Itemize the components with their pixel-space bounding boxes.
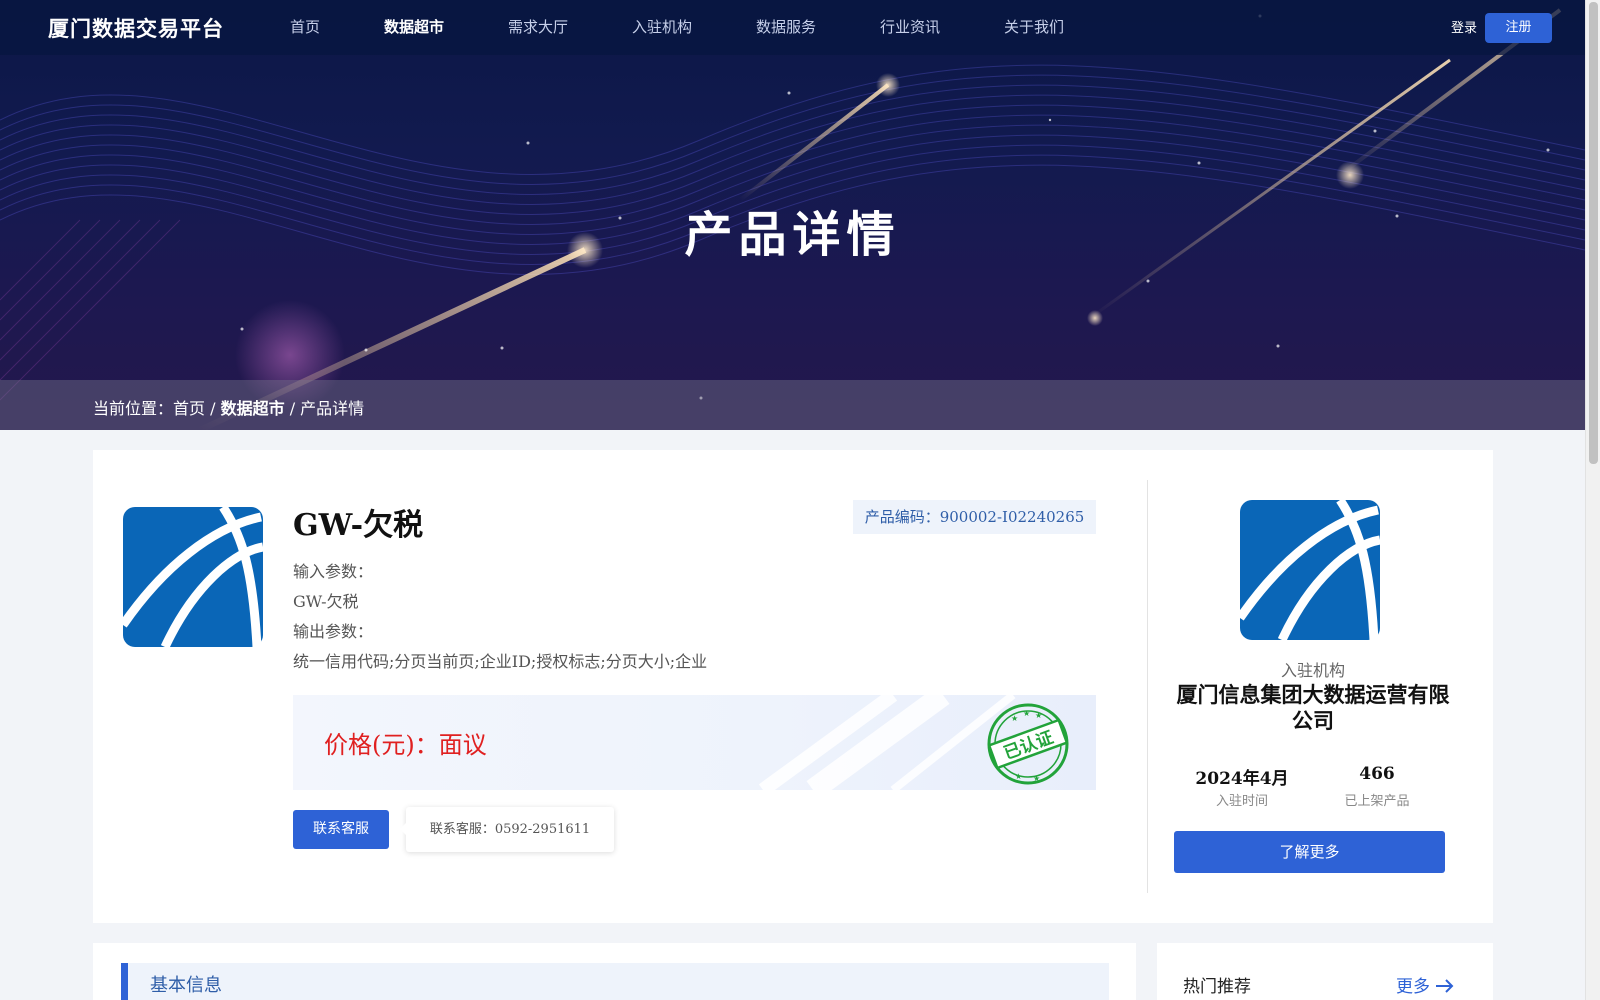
nav-item-demand-hall[interactable]: 需求大厅 [508, 16, 568, 37]
svg-text:★: ★ [1011, 714, 1018, 723]
hot-recommend-title: 热门推荐 [1183, 977, 1251, 997]
register-button[interactable]: 注册 [1485, 13, 1552, 43]
output-params-label: 输出参数： [293, 622, 374, 641]
join-date-label: 入驻时间 [1215, 794, 1268, 809]
org-name[interactable]: 厦门信息集团大数据运营有限公司 [1173, 682, 1453, 734]
login-link[interactable]: 登录 [1451, 17, 1477, 36]
nav-item-data-services[interactable]: 数据服务 [756, 16, 816, 37]
page-scrollbar[interactable] [1585, 0, 1600, 1000]
arrow-right-icon [1436, 979, 1454, 993]
breadcrumb-home[interactable]: 首页 [173, 399, 205, 418]
learn-more-button[interactable]: 了解更多 [1174, 831, 1445, 873]
breadcrumb-bar: 当前位置：首页 / 数据超市 / 产品详情 [0, 380, 1585, 430]
product-count-label: 已上架产品 [1344, 794, 1410, 809]
price-panel: 价格(元)：面议 已认证 ★ ★ ★ ★ ★ [293, 695, 1096, 790]
top-navbar: 厦门数据交易平台 首页 数据超市 需求大厅 入驻机构 数据服务 行业资讯 关于我… [0, 0, 1585, 55]
input-params-label: 输入参数： [293, 562, 374, 581]
vertical-divider [1147, 480, 1148, 893]
breadcrumb-prefix: 当前位置： [93, 399, 174, 418]
svg-text:★: ★ [1015, 772, 1022, 781]
basic-info-panel: 基本信息 [93, 943, 1136, 1000]
scrollbar-thumb[interactable] [1589, 2, 1598, 464]
basic-info-header: 基本信息 [121, 963, 1109, 1000]
product-code-badge: 产品编码：900002-I02240265 [853, 500, 1096, 534]
breadcrumb-section[interactable]: 数据超市 [221, 399, 285, 418]
svg-text:★: ★ [1035, 711, 1042, 720]
price-text: 价格(元)：面议 [324, 731, 487, 759]
hot-recommend-panel: 热门推荐 更多 [1157, 943, 1493, 1000]
org-type-label: 入驻机构 [1280, 661, 1345, 680]
basic-info-title: 基本信息 [150, 975, 222, 996]
breadcrumb-separator: / [284, 399, 301, 418]
product-name: GW-欠税 [293, 508, 424, 543]
nav-item-home[interactable]: 首页 [290, 16, 320, 37]
join-date-value: 2024年4月 [1195, 769, 1289, 789]
svg-text:★: ★ [1023, 709, 1030, 718]
nav-item-industry-news[interactable]: 行业资讯 [880, 16, 940, 37]
more-link-label: 更多 [1396, 977, 1430, 997]
product-logo [123, 507, 263, 647]
nav-item-data-market[interactable]: 数据超市 [384, 16, 444, 37]
breadcrumb-separator: / [205, 399, 221, 418]
more-link[interactable]: 更多 [1396, 972, 1455, 997]
svg-text:★: ★ [1033, 774, 1040, 783]
page-title: 产品详情 [684, 207, 901, 263]
certified-stamp: 已认证 ★★ ★ ★ ★ [987, 703, 1069, 785]
hero-banner: 厦门数据交易平台 首页 数据超市 需求大厅 入驻机构 数据服务 行业资讯 关于我… [0, 0, 1585, 430]
nav-item-about[interactable]: 关于我们 [1004, 16, 1064, 37]
input-params-value: GW-欠税 [293, 592, 359, 611]
org-logo [1240, 500, 1380, 640]
product-card: GW-欠税 产品编码：900002-I02240265 输入参数： GW-欠税 … [93, 450, 1493, 923]
contact-service-button[interactable]: 联系客服 [293, 810, 389, 849]
breadcrumb: 当前位置：首页 / 数据超市 / 产品详情 [93, 395, 364, 419]
breadcrumb-current: 产品详情 [300, 399, 365, 418]
site-logo[interactable]: 厦门数据交易平台 [48, 13, 224, 43]
product-count-value: 466 [1359, 764, 1395, 784]
output-params-value: 统一信用代码;分页当前页;企业ID;授权标志;分页大小;企业 [293, 652, 708, 671]
service-phone-tooltip: 联系客服：0592-2951611 [400, 807, 614, 852]
nav-item-institutions[interactable]: 入驻机构 [632, 16, 692, 37]
